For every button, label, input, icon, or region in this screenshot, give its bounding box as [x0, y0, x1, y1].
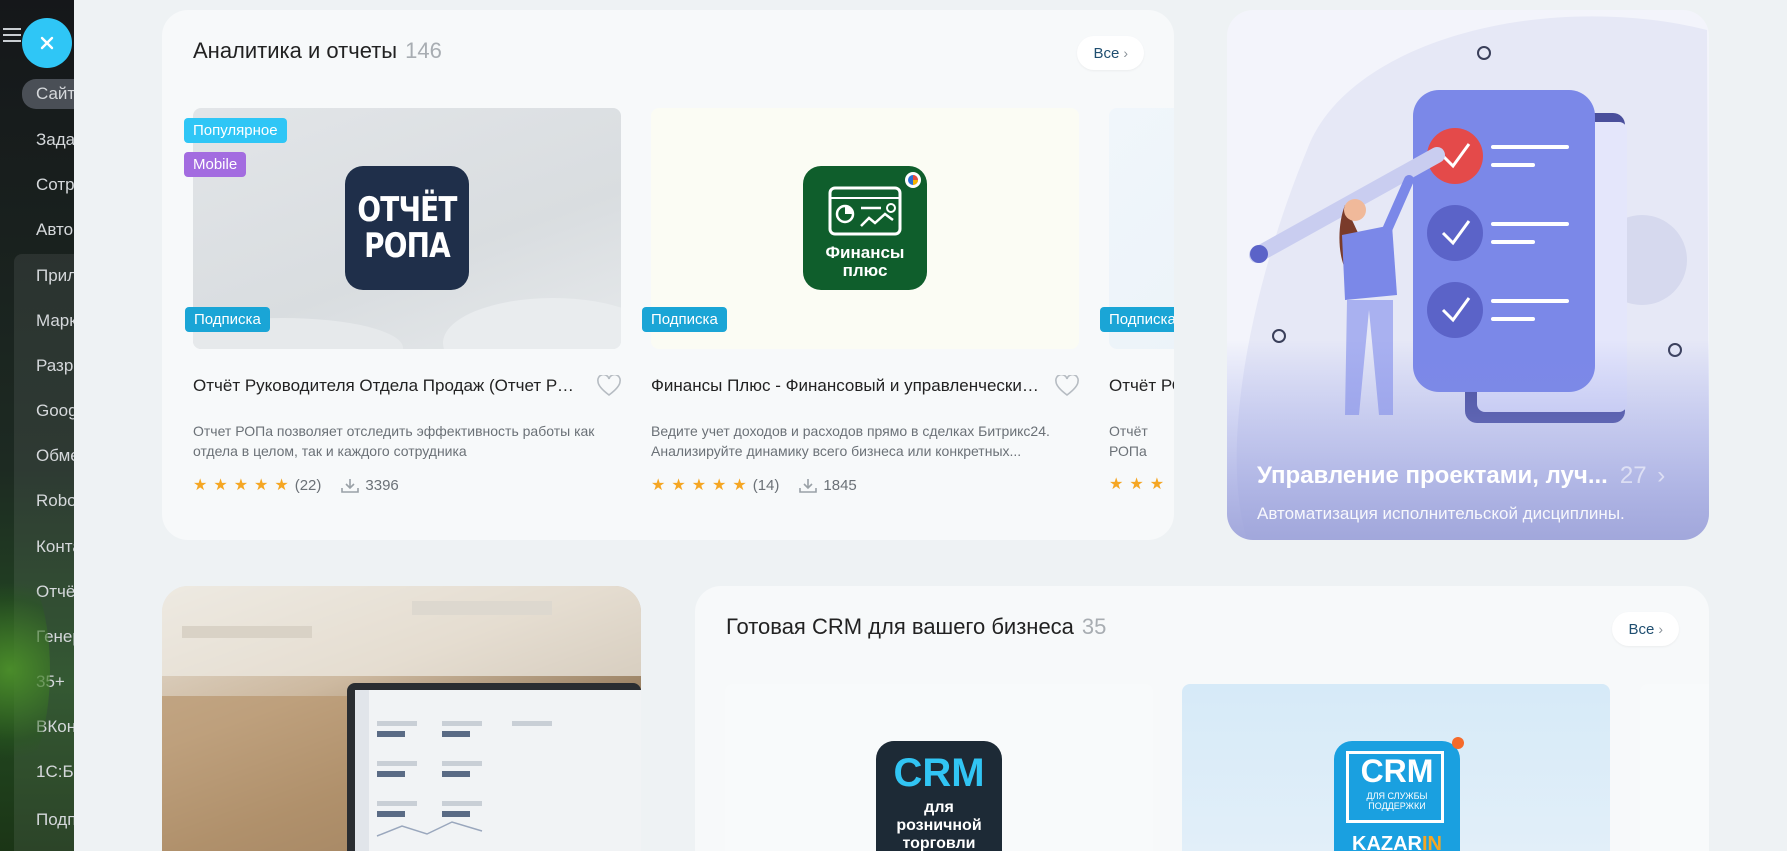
reviews-count: (14) — [752, 477, 780, 494]
sidebar-item-tasks[interactable]: Задачи — [36, 130, 74, 150]
sidebar-item-developers[interactable]: Разработчикам — [36, 356, 74, 376]
sidebar-item-sites[interactable]: Сайты — [22, 79, 74, 109]
app-card-title[interactable]: Отчёт РОПа — [1109, 376, 1174, 396]
sidebar-item-contact-center[interactable]: Контакт-центр — [36, 537, 74, 557]
star-icon: ★ — [1149, 476, 1165, 493]
sidebar-item-exchange[interactable]: Обмен — [36, 446, 74, 466]
analytics-section: Аналитика и отчеты 146 Все › ОТЧЁТ РОПА П… — [162, 10, 1174, 540]
chevron-right-icon: › — [1658, 621, 1663, 637]
badge-subscription: Подписка — [642, 307, 727, 332]
app-card-description: Отчёт РОПа руководителя — [1109, 423, 1148, 459]
star-icon: ★ — [671, 476, 686, 494]
left-sidebar: Сайты Задачи Сотрудники Автоматизация Пр… — [0, 0, 74, 851]
app-card-rating: ★ ★ ★ — [1109, 477, 1164, 493]
badge-subscription: Подписка — [185, 307, 270, 332]
star-icon: ★ — [274, 476, 289, 494]
sidebar-item-robots[interactable]: Robots — [36, 491, 74, 511]
star-icon: ★ — [732, 476, 747, 494]
star-icon: ★ — [193, 476, 208, 494]
crm-support-logo: CRM ДЛЯ СЛУЖБЫ ПОДДЕРЖКИ KAZARIN — [1334, 737, 1464, 851]
app-card-title[interactable]: Финансы Плюс - Финансовый и управленческ… — [651, 376, 1041, 396]
logo-brand: KAZARIN — [1352, 833, 1442, 851]
finance-plus-logo: Финансы плюс — [803, 166, 927, 290]
badge-mobile: Mobile — [184, 152, 247, 177]
promo-subtitle: Автоматизация исполнительской дисциплины… — [1257, 504, 1625, 523]
promo-count: 27 — [1619, 462, 1647, 489]
laptop-photo-banner[interactable] — [162, 586, 641, 851]
market-content: Аналитика и отчеты 146 Все › ОТЧЁТ РОПА П… — [74, 0, 1787, 851]
sidebar-item-35[interactable]: 35+ — [36, 672, 74, 692]
star-icon: ★ — [712, 476, 727, 494]
crm-card-retail[interactable]: CRM для розничной торговли — [725, 684, 1153, 851]
heart-icon[interactable] — [1055, 375, 1079, 397]
crm-card-partial[interactable] — [1640, 684, 1709, 851]
hamburger-menu-icon[interactable] — [3, 28, 21, 42]
download-icon — [799, 478, 818, 493]
close-button[interactable] — [22, 18, 72, 68]
chevron-right-icon: › — [1657, 462, 1666, 489]
crm-retail-logo: CRM для розничной торговли — [876, 741, 1002, 851]
sidebar-item-apps[interactable]: Приложения — [36, 266, 74, 286]
section-title: Аналитика и отчеты 146 — [193, 38, 442, 63]
reviews-count: (22) — [294, 477, 322, 494]
installs-count: 1845 — [823, 477, 857, 494]
sidebar-item-employees[interactable]: Сотрудники — [36, 175, 74, 195]
logo-subtext: ДЛЯ СЛУЖБЫ ПОДДЕРЖКИ — [1366, 791, 1428, 811]
logo-text: Финансы плюс — [825, 243, 905, 280]
app-card-partial[interactable]: Подписка Отчёт РОПа Отчёт РОПа руководит… — [1100, 108, 1174, 493]
app-card-description: Ведите учет доходов и расходов прямо в с… — [651, 423, 1050, 459]
logo-text: ОТЧЁТ РОПА — [357, 190, 457, 266]
laptop-photo — [162, 586, 641, 851]
notification-dot — [1452, 737, 1464, 749]
installs-count: 3396 — [365, 477, 399, 494]
sidebar-item-subscription[interactable]: Подписка — [36, 810, 74, 830]
section-title: Готовая CRM для вашего бизнеса 35 — [726, 614, 1107, 639]
star-icon: ★ — [1129, 476, 1144, 493]
crm-card-support[interactable]: CRM ДЛЯ СЛУЖБЫ ПОДДЕРЖКИ KAZARIN — [1182, 684, 1610, 851]
sidebar-item-automation[interactable]: Автоматизация — [36, 220, 74, 240]
star-icon: ★ — [254, 476, 269, 494]
logo-text: CRM — [1360, 753, 1434, 789]
section-count: 146 — [405, 38, 442, 63]
sidebar-item-generator[interactable]: Генератор — [36, 627, 74, 647]
app-card-rating: ★ ★ ★ ★ ★ (14) 1845 — [651, 477, 857, 494]
app-card-image: CRM ДЛЯ СЛУЖБЫ ПОДДЕРЖКИ KAZARIN — [1182, 684, 1610, 851]
app-card-image — [1640, 684, 1709, 851]
badge-popular: Популярное — [184, 118, 287, 143]
crm-all-button[interactable]: Все › — [1612, 612, 1679, 646]
logo-text: CRM — [893, 751, 985, 795]
analytics-all-button[interactable]: Все › — [1077, 36, 1144, 70]
star-icon: ★ — [233, 476, 249, 494]
sidebar-item-market[interactable]: Маркет — [36, 311, 74, 331]
star-icon: ★ — [213, 476, 228, 494]
rop-report-logo: ОТЧЁТ РОПА — [345, 166, 469, 290]
app-card-title[interactable]: Отчёт Руководителя Отдела Продаж (Отчет … — [193, 376, 583, 396]
app-card-rop-report[interactable]: ОТЧЁТ РОПА Популярное Mobile Подписка От… — [184, 108, 621, 494]
project-checklist-illustration — [1227, 16, 1709, 540]
app-card-description: Отчет РОПа позволяет отследить эффективн… — [193, 423, 595, 459]
star-icon: ★ — [1109, 476, 1124, 493]
star-icon: ★ — [651, 476, 666, 494]
app-card-image: CRM для розничной торговли — [725, 684, 1153, 851]
heart-icon[interactable] — [597, 375, 621, 397]
crm-section: Готовая CRM для вашего бизнеса 35 Все › C… — [695, 586, 1709, 851]
chevron-right-icon: › — [1123, 45, 1128, 61]
app-card-finance-plus[interactable]: Финансы плюс Подписка Финансы Плюс - Фин… — [642, 108, 1079, 494]
sidebar-item-google[interactable]: Google — [36, 401, 74, 421]
badge-subscription: Подписка — [1100, 307, 1174, 332]
promo-project-management[interactable]: Управление проектами, луч... 27 › Автомат… — [1227, 10, 1709, 540]
logo-subtext: для розничной торговли — [896, 799, 982, 851]
app-card-rating: ★ ★ ★ ★ ★ (22) 3396 — [193, 477, 399, 494]
sidebar-item-vk[interactable]: ВКонтакте — [36, 717, 74, 737]
star-icon: ★ — [691, 476, 707, 494]
promo-title[interactable]: Управление проектами, луч... 27 › — [1257, 462, 1665, 490]
sidebar-item-1c[interactable]: 1С:Битрикс — [36, 762, 74, 782]
section-count: 35 — [1081, 614, 1107, 639]
close-icon — [40, 36, 54, 50]
sidebar-item-reports[interactable]: Отчёты — [36, 582, 74, 602]
download-icon — [341, 478, 360, 493]
